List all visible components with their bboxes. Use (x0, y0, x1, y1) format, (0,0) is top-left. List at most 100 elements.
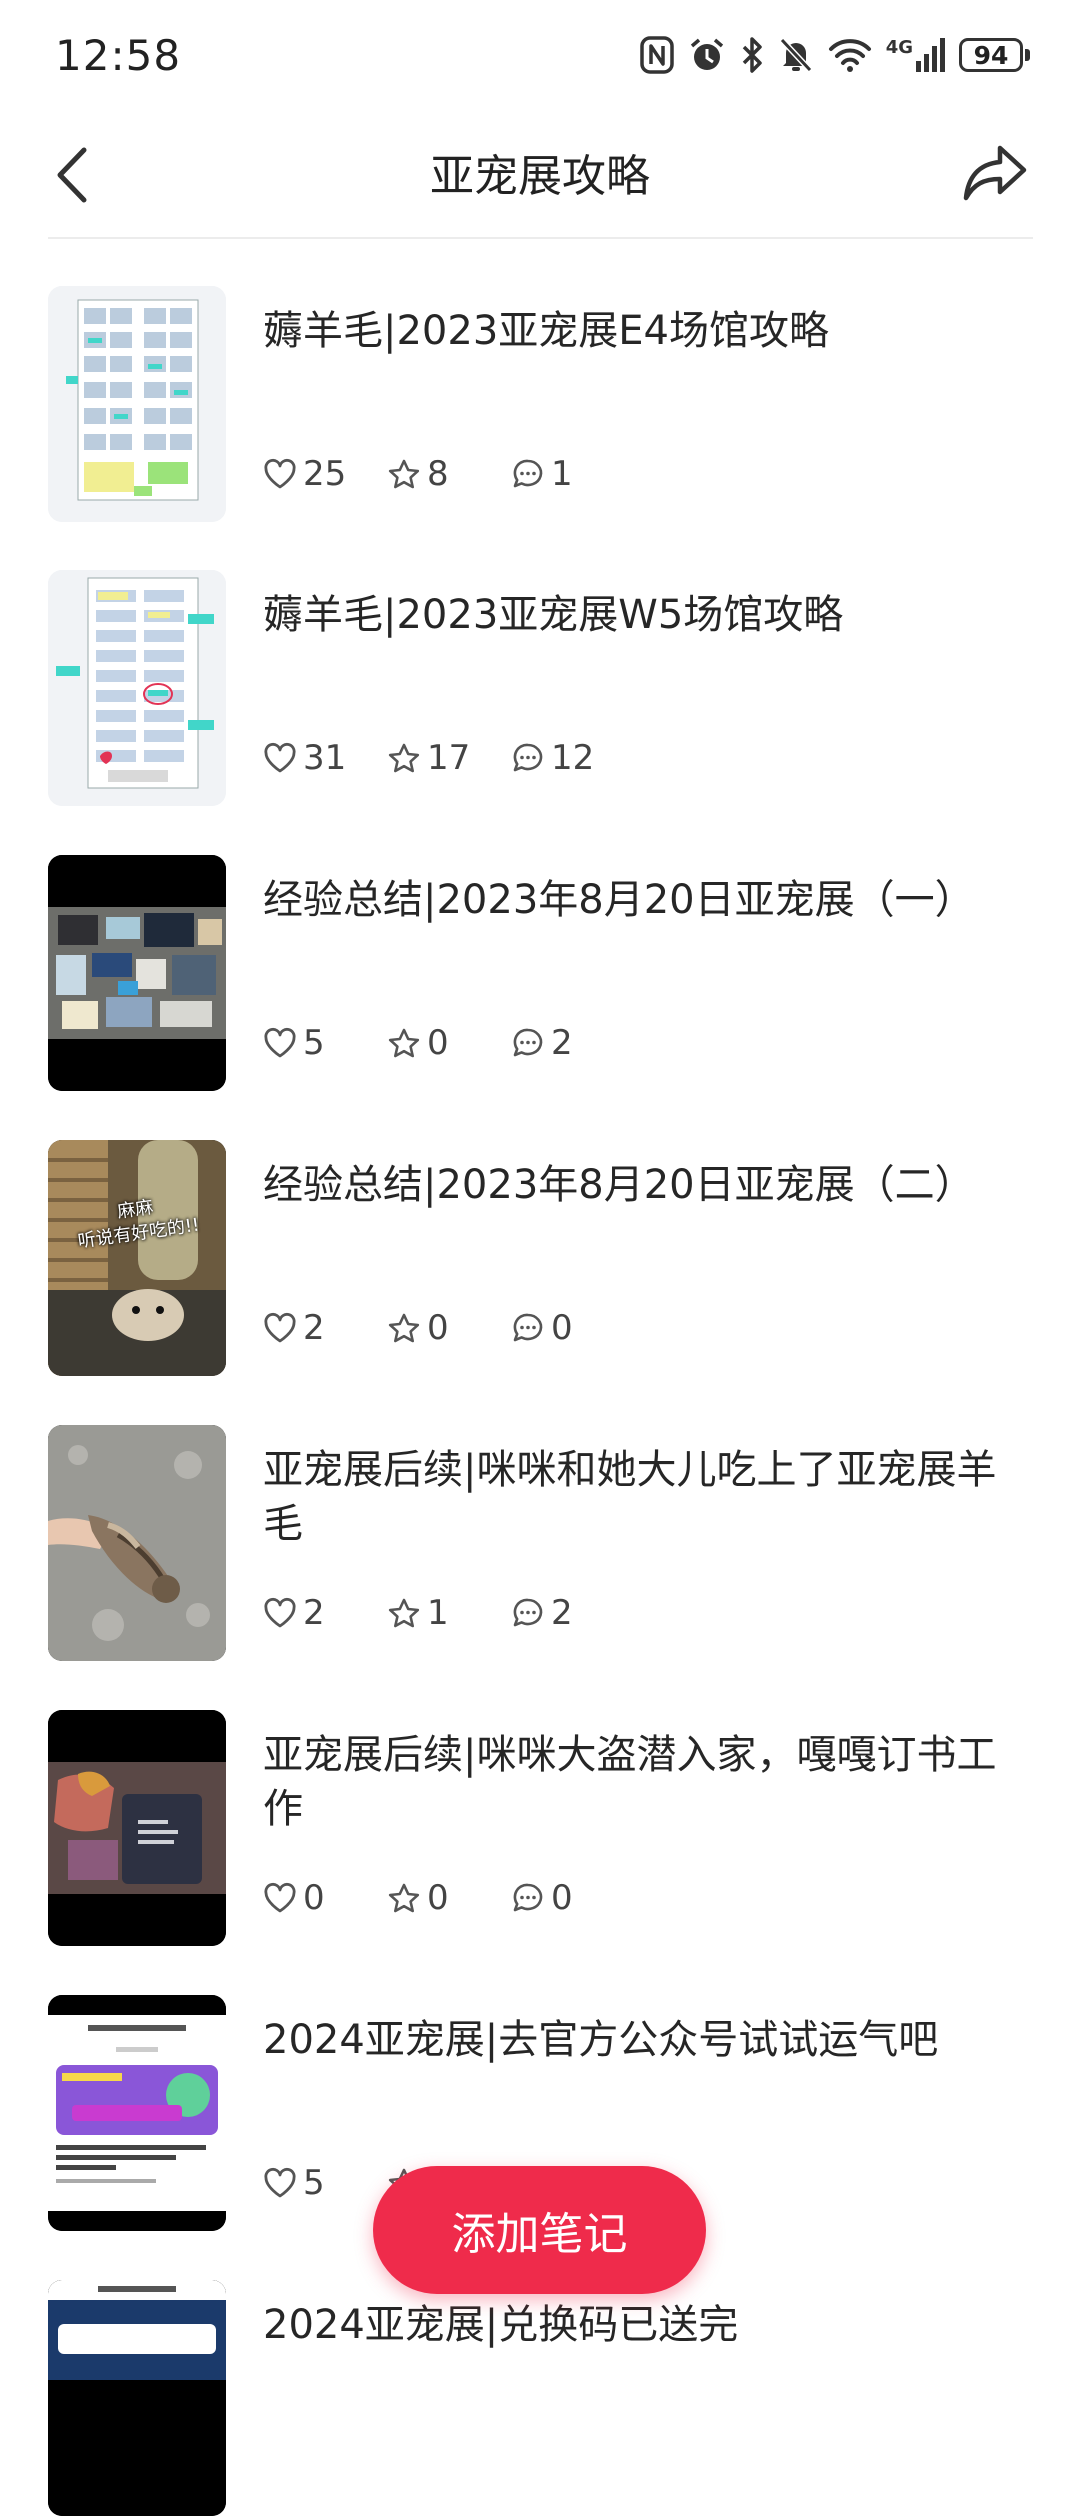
list-item[interactable]: 麻麻 听说有好吃的!! 经验总结|2023年8月20日亚宠展（二） 2 0 0 (48, 1140, 1033, 1376)
network-type: 4G (885, 37, 913, 58)
thumbnail-photo (48, 855, 226, 1091)
heart-icon (263, 742, 297, 774)
item-stats: 0 0 0 (263, 1878, 635, 1918)
star-icon (387, 1882, 421, 1914)
list-item[interactable]: 2024亚宠展|兑换码已送完 (48, 2280, 1033, 2516)
star-stat[interactable]: 1 (387, 1593, 497, 1633)
list-item[interactable]: 亚宠展后续|咪咪大盗潜入家，嘎嘎订书工作 0 0 0 (48, 1710, 1033, 1946)
heart-icon (263, 458, 297, 490)
comment-count: 0 (551, 1308, 573, 1348)
star-stat[interactable]: 0 (387, 1023, 497, 1063)
battery-icon: 94 (959, 38, 1030, 72)
list-item[interactable]: 经验总结|2023年8月20日亚宠展（一） 5 0 2 (48, 855, 1033, 1091)
alarm-icon (688, 36, 726, 74)
star-icon (387, 1027, 421, 1059)
star-icon (387, 1312, 421, 1344)
battery-level: 94 (959, 38, 1023, 72)
like-count: 2 (303, 1593, 325, 1633)
status-time: 12:58 (55, 30, 182, 80)
list-item[interactable]: 薅羊毛|2023亚宠展W5场馆攻略 31 17 12 (48, 570, 1033, 806)
thumbnail-venue-map (48, 570, 226, 806)
item-stats: 31 17 12 (263, 738, 635, 778)
star-icon (387, 458, 421, 490)
thumbnail-photo (48, 1425, 226, 1661)
like-stat[interactable]: 0 (263, 1878, 373, 1918)
item-stats: 2 0 0 (263, 1308, 635, 1348)
nfc-icon (639, 36, 674, 74)
item-stats: 2 1 2 (263, 1593, 635, 1633)
star-count: 1 (427, 1593, 449, 1633)
nav-bar: 亚宠展攻略 (0, 110, 1080, 238)
comment-icon (511, 458, 545, 490)
comment-count: 12 (551, 738, 595, 778)
like-stat[interactable]: 5 (263, 1023, 373, 1063)
comment-stat[interactable]: 1 (511, 454, 621, 494)
like-stat[interactable]: 25 (263, 454, 373, 494)
like-count: 25 (303, 454, 347, 494)
nav-divider (48, 237, 1033, 239)
like-count: 5 (303, 1023, 325, 1063)
item-title: 2024亚宠展|去官方公众号试试运气吧 (263, 2017, 939, 2063)
bluetooth-icon (740, 36, 764, 74)
like-count: 0 (303, 1878, 325, 1918)
like-count: 2 (303, 1308, 325, 1348)
comment-stat[interactable]: 2 (511, 1593, 621, 1633)
item-stats: 25 8 1 (263, 454, 635, 494)
like-stat[interactable]: 31 (263, 738, 373, 778)
comment-icon (511, 1312, 545, 1344)
item-title: 薅羊毛|2023亚宠展E4场馆攻略 (263, 308, 829, 354)
heart-icon (263, 1027, 297, 1059)
star-stat[interactable]: 8 (387, 454, 497, 494)
item-title: 经验总结|2023年8月20日亚宠展（一） (263, 877, 975, 923)
item-title: 亚宠展后续|咪咪和她大儿吃上了亚宠展羊毛 (263, 1447, 997, 1547)
star-icon (387, 742, 421, 774)
list-item[interactable]: 薅羊毛|2023亚宠展E4场馆攻略 25 8 1 (48, 286, 1033, 522)
item-title: 2024亚宠展|兑换码已送完 (263, 2302, 739, 2348)
star-count: 0 (427, 1308, 449, 1348)
star-icon (387, 1597, 421, 1629)
comment-count: 2 (551, 1023, 573, 1063)
heart-icon (263, 1597, 297, 1629)
comment-icon (511, 1027, 545, 1059)
comment-count: 1 (551, 454, 573, 494)
like-stat[interactable]: 2 (263, 1308, 373, 1348)
status-icons: 4G 94 (639, 36, 1030, 74)
wifi-icon (828, 37, 872, 73)
comment-count: 0 (551, 1878, 573, 1918)
item-title: 薅羊毛|2023亚宠展W5场馆攻略 (263, 592, 844, 638)
comment-stat[interactable]: 12 (511, 738, 621, 778)
comment-icon (511, 742, 545, 774)
star-count: 8 (427, 454, 449, 494)
like-count: 5 (303, 2163, 325, 2203)
star-stat[interactable]: 17 (387, 738, 497, 778)
star-count: 17 (427, 738, 471, 778)
comment-icon (511, 1597, 545, 1629)
share-icon[interactable] (962, 142, 1028, 204)
heart-icon (263, 2167, 297, 2199)
add-note-button[interactable]: 添加笔记 (373, 2166, 706, 2294)
comment-count: 2 (551, 1593, 573, 1633)
star-count: 0 (427, 1878, 449, 1918)
item-title: 亚宠展后续|咪咪大盗潜入家，嘎嘎订书工作 (263, 1732, 997, 1832)
signal-icon: 4G (886, 37, 945, 73)
thumbnail-photo: 麻麻 听说有好吃的!! (48, 1140, 226, 1376)
page-title: 亚宠展攻略 (430, 151, 650, 202)
star-count: 0 (427, 1023, 449, 1063)
thumbnail-screenshot (48, 1995, 226, 2231)
status-bar: 12:58 4G 94 (0, 0, 1080, 110)
item-title: 经验总结|2023年8月20日亚宠展（二） (263, 1162, 975, 1208)
like-count: 31 (303, 738, 347, 778)
heart-icon (263, 1882, 297, 1914)
thumbnail-screenshot (48, 2280, 226, 2516)
star-stat[interactable]: 0 (387, 1308, 497, 1348)
like-stat[interactable]: 5 (263, 2163, 373, 2203)
star-stat[interactable]: 0 (387, 1878, 497, 1918)
like-stat[interactable]: 2 (263, 1593, 373, 1633)
thumbnail-photo (48, 1710, 226, 1946)
list-item[interactable]: 亚宠展后续|咪咪和她大儿吃上了亚宠展羊毛 2 1 2 (48, 1425, 1033, 1661)
comment-stat[interactable]: 0 (511, 1878, 621, 1918)
mute-icon (778, 36, 814, 74)
comment-stat[interactable]: 0 (511, 1308, 621, 1348)
comment-icon (511, 1882, 545, 1914)
comment-stat[interactable]: 2 (511, 1023, 621, 1063)
